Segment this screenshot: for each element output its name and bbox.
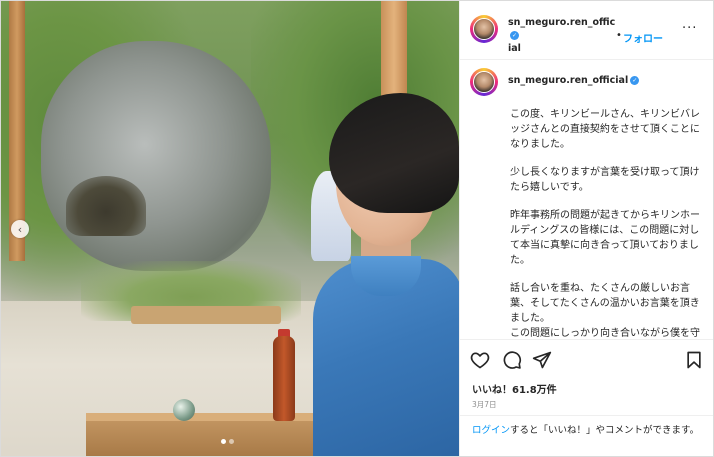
username-link[interactable]: sn_meguro.ren_offic ✓ ial xyxy=(508,16,618,55)
photo-bench xyxy=(131,306,281,324)
carousel-dot xyxy=(229,439,234,444)
verified-badge-icon: ✓ xyxy=(630,76,640,85)
separator-dot: • xyxy=(616,30,622,41)
comment-icon[interactable] xyxy=(502,350,522,370)
post-caption: この度、キリンビールさん、キリンビバレッジさんとの直接契約をさせて頂くことになり… xyxy=(510,107,700,339)
login-prompt-text: ログインすると「いいね！」やコメントができます。 xyxy=(472,424,704,438)
caption-paragraph: この問題にしっかり向き合いながら僕を守ってくれて、たくさん寄り添って xyxy=(510,328,700,339)
post-header: sn_meguro.ren_offic ✓ ial • フォロー ··· xyxy=(460,1,713,60)
more-options-icon[interactable]: ··· xyxy=(682,21,697,36)
caption-paragraph: 少し長くなりますが言葉を受け取って頂けたら嬉しいです。 xyxy=(510,167,700,193)
carousel-dot-active xyxy=(221,439,226,444)
login-link[interactable]: ログイン xyxy=(472,425,510,436)
bookmark-icon[interactable] xyxy=(684,350,704,370)
username: sn_meguro.ren_official xyxy=(508,75,629,86)
username-part: ial xyxy=(508,43,521,54)
avatar[interactable] xyxy=(470,68,498,96)
likes-count[interactable]: いいね！61.8万件 xyxy=(472,381,557,396)
follow-button[interactable]: フォロー xyxy=(623,30,663,45)
caption-paragraph: 昨年事務所の問題が起きてからキリンホールディングスの皆様には、この問題に対して本… xyxy=(510,210,700,266)
username-part: sn_meguro.ren_offic xyxy=(508,17,616,28)
chevron-left-icon[interactable]: ‹ xyxy=(11,220,29,238)
photo-cave xyxy=(66,176,146,236)
carousel-indicator xyxy=(221,439,234,444)
post-side-panel: sn_meguro.ren_offic ✓ ial • フォロー ··· sn_me… xyxy=(459,1,713,456)
caption-header: sn_meguro.ren_official ✓ xyxy=(460,59,713,99)
photo-tea-bottle xyxy=(273,336,295,421)
caption-paragraph: 話し合いを重ね、たくさんの厳しいお言葉、そしてたくさんの温かいお言葉を頂きました… xyxy=(510,283,700,324)
instagram-post-frame: ‹ sn_meguro.ren_offic ✓ ial • フォロー ··· sn_… xyxy=(0,0,714,457)
post-photo[interactable]: ‹ xyxy=(1,1,459,456)
avatar[interactable] xyxy=(470,15,498,43)
action-bar xyxy=(460,339,713,380)
login-prompt-rest: すると「いいね！」やコメントができます。 xyxy=(510,425,700,436)
photo-rock xyxy=(41,41,271,271)
caption-username-link[interactable]: sn_meguro.ren_official ✓ xyxy=(508,74,640,87)
login-prompt: ログインすると「いいね！」やコメントができます。 xyxy=(460,415,713,456)
post-date[interactable]: 3月7日 xyxy=(472,399,497,410)
share-icon[interactable] xyxy=(532,350,552,370)
caption-paragraph: この度、キリンビールさん、キリンビバレッジさんとの直接契約をさせて頂くことになり… xyxy=(510,109,700,150)
heart-icon[interactable] xyxy=(470,350,490,370)
photo-glass-ball xyxy=(173,399,195,421)
verified-badge-icon: ✓ xyxy=(510,31,519,40)
